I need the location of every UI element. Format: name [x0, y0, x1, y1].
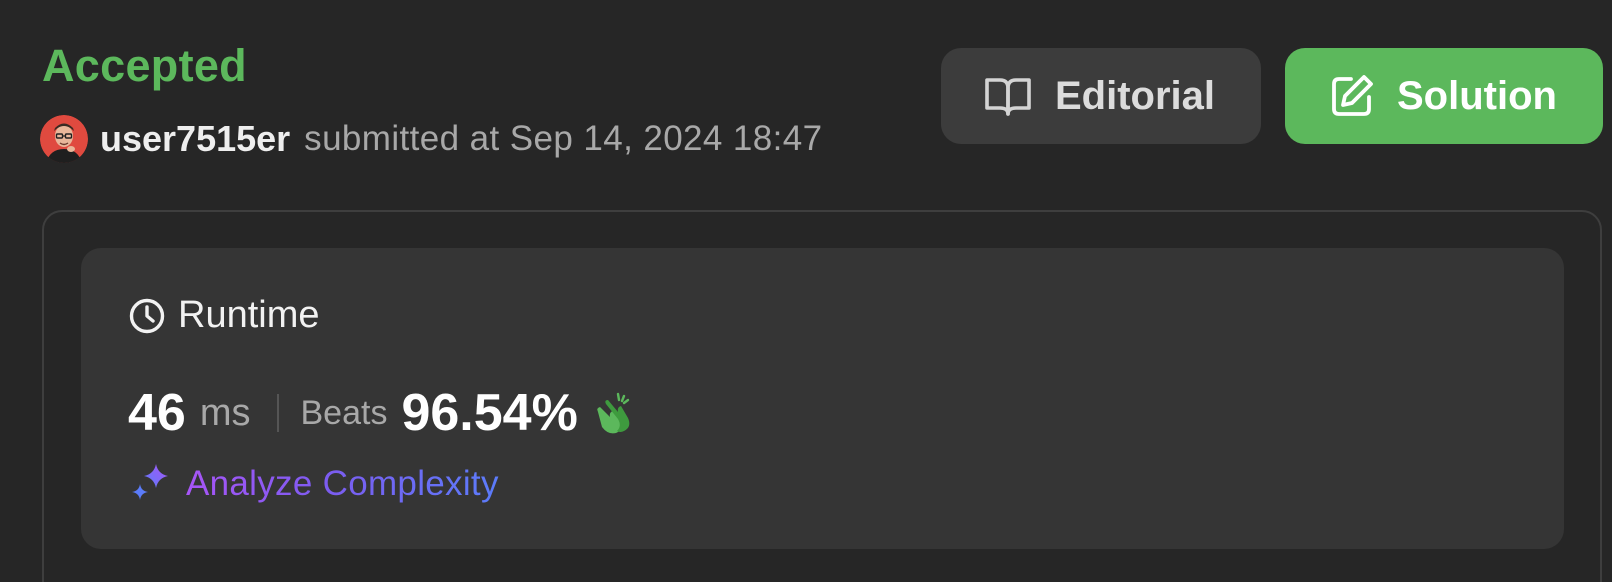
submitter-row: user7515er submitted at Sep 14, 2024 18:… [40, 114, 823, 164]
solution-button[interactable]: Solution [1285, 48, 1603, 144]
beats-label: Beats [300, 393, 388, 432]
user-avatar-icon [40, 115, 88, 163]
user-avatar[interactable] [40, 115, 88, 163]
clock-icon [129, 298, 165, 333]
editorial-button[interactable]: Editorial [941, 48, 1261, 144]
submitted-timestamp: submitted at Sep 14, 2024 18:47 [304, 119, 823, 158]
metric-divider [276, 394, 279, 432]
editorial-label: Editorial [1055, 73, 1216, 118]
beats-percentage: 96.54% [401, 384, 578, 442]
solution-label: Solution [1397, 73, 1557, 118]
edit-pencil-icon [1332, 75, 1373, 116]
runtime-value: 46 [128, 384, 186, 442]
clapping-hands-icon [597, 392, 630, 434]
sparkles-icon [132, 464, 168, 500]
runtime-unit: ms [199, 391, 251, 434]
submission-status: Accepted [42, 40, 247, 91]
runtime-metrics: 46 ms Beats 96.54% [128, 378, 636, 448]
runtime-title: Runtime [178, 294, 320, 336]
username[interactable]: user7515er [100, 118, 290, 160]
runtime-card[interactable]: Runtime 46 ms Beats 96.54% Analyze Compl… [81, 248, 1564, 549]
analyze-complexity-link[interactable]: Analyze Complexity [128, 462, 499, 506]
book-open-icon [985, 78, 1031, 116]
runtime-header: Runtime [128, 294, 320, 337]
submission-result-page: Accepted user7515er submitted at Sep 14,… [0, 0, 1612, 582]
analyze-complexity-label: Analyze Complexity [186, 464, 499, 503]
